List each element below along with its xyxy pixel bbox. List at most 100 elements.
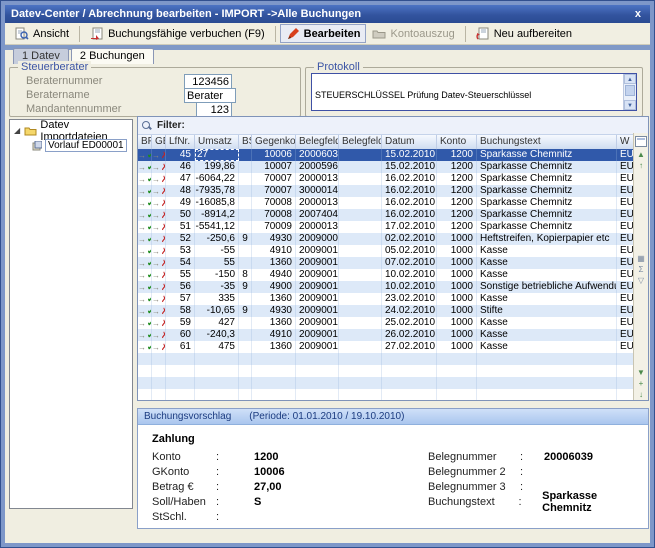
grid-row[interactable]: →✔→✗60-240,349102009001726.02.2010 /Fr10… (138, 329, 634, 341)
scroll-up-icon[interactable]: ↑ (639, 160, 643, 171)
add-row-icon[interactable]: + (639, 378, 644, 389)
search-icon[interactable]: Σ (639, 264, 644, 275)
column-header-bf[interactable]: BF (138, 135, 152, 150)
window-title: Datev-Center / Abrechnung bearbeiten - I… (11, 8, 361, 20)
grid-row[interactable]: →✔→✗53-5549102009001005.02.2010 /Fr1000K… (138, 245, 634, 257)
grid-empty-row (138, 365, 634, 377)
zahlung-section-title: Zahlung (152, 433, 195, 445)
tree-expander-icon[interactable]: ◢ (14, 126, 21, 135)
scroll-down-icon[interactable]: ▼ (637, 367, 645, 378)
protokoll-textbox[interactable]: STEUERSCHLÜSSEL Prüfung Datev-Steuerschl… (311, 73, 637, 111)
column-header-belegfeld2[interactable]: Belegfeld 2 (339, 135, 382, 150)
grid-row[interactable]: →✔→✗5733513602009001423.02.2010 /Di1000K… (138, 293, 634, 305)
grid-row[interactable]: →✔→✗58-10,65949302009001524.02.2010 /Mi1… (138, 305, 634, 317)
grid-row[interactable]: →✔→✗6147513602009001827.02.2010 /Sa1000K… (138, 341, 634, 353)
betrag-label: Betrag € (152, 481, 216, 493)
konto-row: Konto : 1200 (152, 449, 285, 464)
grid-row[interactable]: →✔→✗50-8914,2700082007404316.02.2010 /Di… (138, 209, 634, 221)
column-header-datum[interactable]: Datum (382, 135, 437, 150)
not-booked-icon: →✗ (152, 341, 166, 353)
grid-row[interactable]: →✔→✗47-6064,22700072000013416.02.2010 /D… (138, 173, 634, 185)
scroll-end-icon[interactable]: ↓ (639, 389, 643, 400)
filter-bar: Filter: (138, 117, 648, 135)
grid-row[interactable]: →✔→✗49-16085,8700082000013516.02.2010 /D… (138, 197, 634, 209)
column-header-w[interactable]: W (617, 135, 634, 150)
grid-row[interactable]: →✔→✗5942713602009001625.02.2010 /Do1000K… (138, 317, 634, 329)
toolbar-separator (79, 26, 80, 42)
steuerberater-groupbox: Steuerberater Beraternummer Beratername … (9, 67, 301, 117)
ansicht-button[interactable]: Ansicht (9, 24, 75, 43)
bookable-check-icon: →✔ (138, 185, 152, 197)
bookable-check-icon: →✔ (138, 305, 152, 317)
buchungsfaehige-verbuchen-button[interactable]: Buchungsfähige verbuchen (F9) (84, 24, 271, 43)
stschl-label: StSchl. (152, 511, 216, 523)
column-header-lfnr[interactable]: LfNr. (166, 135, 195, 150)
bank-statement-icon (372, 27, 386, 40)
not-booked-icon: →✗ (152, 245, 166, 257)
scroll-top-icon[interactable]: ▲ (637, 149, 645, 160)
column-header-bs[interactable]: BS (239, 135, 252, 150)
buchungsvorschlag-header: Buchungsvorschlag (Periode: 01.01.2010 /… (138, 409, 648, 425)
grid-row[interactable]: →✔→✗55-150849402009001210.02.2010 /Mi100… (138, 269, 634, 281)
bookable-check-icon: →✔ (138, 341, 152, 353)
buchungsfaehige-verbuchen-label: Buchungsfähige verbuchen (F9) (108, 28, 265, 40)
grid-row[interactable]: →✔→✗46199,86100072000596115.02.2010 /Mo1… (138, 161, 634, 173)
not-booked-icon: →✗ (152, 317, 166, 329)
column-header-gb[interactable]: GB (152, 135, 166, 150)
column-header-konto[interactable]: Konto (437, 135, 477, 150)
grid-row[interactable]: →✔→✗51-5541,12700092000013617.02.2010 /M… (138, 221, 634, 233)
belegnummer-value: 20006039 (544, 451, 593, 463)
vorlauf-icon (32, 141, 42, 151)
column-chooser-icon[interactable] (635, 136, 647, 147)
betrag-value: 27,00 (254, 481, 282, 493)
buchungen-grid: Filter: BF GB LfNr. Umsatz BS Gegenkonto… (137, 116, 649, 401)
mandantennummer-input[interactable] (196, 102, 232, 117)
bookable-check-icon: →✔ (138, 329, 152, 341)
grid-row[interactable]: →✔→✗545513602009001107.02.2010 /So1000Ka… (138, 257, 634, 269)
grid-row[interactable]: →✔→✗4527100062000603915.02.2010 /Mo1200S… (138, 149, 634, 161)
beratername-input[interactable] (184, 88, 236, 103)
column-header-belegfeld1[interactable]: Belegfeld 1 (296, 135, 339, 150)
scroll-down-icon[interactable]: ▼ (624, 100, 636, 110)
bearbeiten-label: Bearbeiten (304, 28, 361, 40)
grid-empty-row (138, 353, 634, 365)
soll-haben-row: Soll/Haben : S (152, 494, 285, 509)
column-header-umsatz[interactable]: Umsatz (195, 135, 239, 150)
vorschlag-left-column: Konto : 1200 GKonto : 10006 Betrag € : 2… (152, 449, 285, 524)
list-view-icon[interactable]: ▦ (637, 253, 645, 264)
kontoauszug-button[interactable]: Kontoauszug (366, 24, 460, 43)
tree-root-datev-importdateien[interactable]: ◢ Datev Importdateien (10, 123, 132, 138)
bookable-check-icon: →✔ (138, 197, 152, 209)
protokoll-group-title: Protokoll (314, 61, 363, 73)
column-header-buchungstext[interactable]: Buchungstext (477, 135, 617, 150)
bearbeiten-button[interactable]: Bearbeiten (280, 24, 367, 43)
scrollbar-thumb[interactable] (625, 85, 635, 96)
filter-funnel-icon[interactable]: ▽ (638, 275, 644, 286)
not-booked-icon: →✗ (152, 209, 166, 221)
not-booked-icon: →✗ (152, 173, 166, 185)
grid-row[interactable]: →✔→✗52-250,6949302009000902.02.2010 /Di1… (138, 233, 634, 245)
neu-aufbereiten-button[interactable]: Neu aufbereiten (470, 24, 578, 43)
grid-row[interactable]: →✔→✗48-7935,78700073000014516.02.2010 /D… (138, 185, 634, 197)
column-header-gegenkonto[interactable]: Gegenkonto (252, 135, 296, 150)
scroll-up-icon[interactable]: ▲ (624, 74, 636, 84)
search-icon[interactable] (142, 121, 151, 130)
not-booked-icon: →✗ (152, 305, 166, 317)
gkonto-value: 10006 (254, 466, 285, 478)
beraternummer-input[interactable] (184, 74, 232, 89)
datev-center-window: Datev-Center / Abrechnung bearbeiten - I… (0, 0, 655, 548)
tree-item-vorlauf[interactable]: Vorlauf ED00001 (10, 138, 132, 153)
grid-empty-row (138, 377, 634, 389)
bookable-check-icon: →✔ (138, 221, 152, 233)
close-icon[interactable]: x (632, 8, 644, 20)
gkonto-row: GKonto : 10006 (152, 464, 285, 479)
buchungstext-row: Buchungstext : Sparkasse Chemnitz (428, 494, 648, 509)
filter-label: Filter: (157, 120, 185, 131)
not-booked-icon: →✗ (152, 197, 166, 209)
not-booked-icon: →✗ (152, 221, 166, 233)
mandantennummer-row: Mandantennummer (26, 102, 121, 116)
grid-row[interactable]: →✔→✗56-35949002009001310.02.2010 /Mi1000… (138, 281, 634, 293)
beraternummer-label: Beraternummer (26, 75, 102, 87)
bookable-check-icon: →✔ (138, 245, 152, 257)
protokoll-scrollbar[interactable]: ▲ ▼ (623, 74, 636, 110)
